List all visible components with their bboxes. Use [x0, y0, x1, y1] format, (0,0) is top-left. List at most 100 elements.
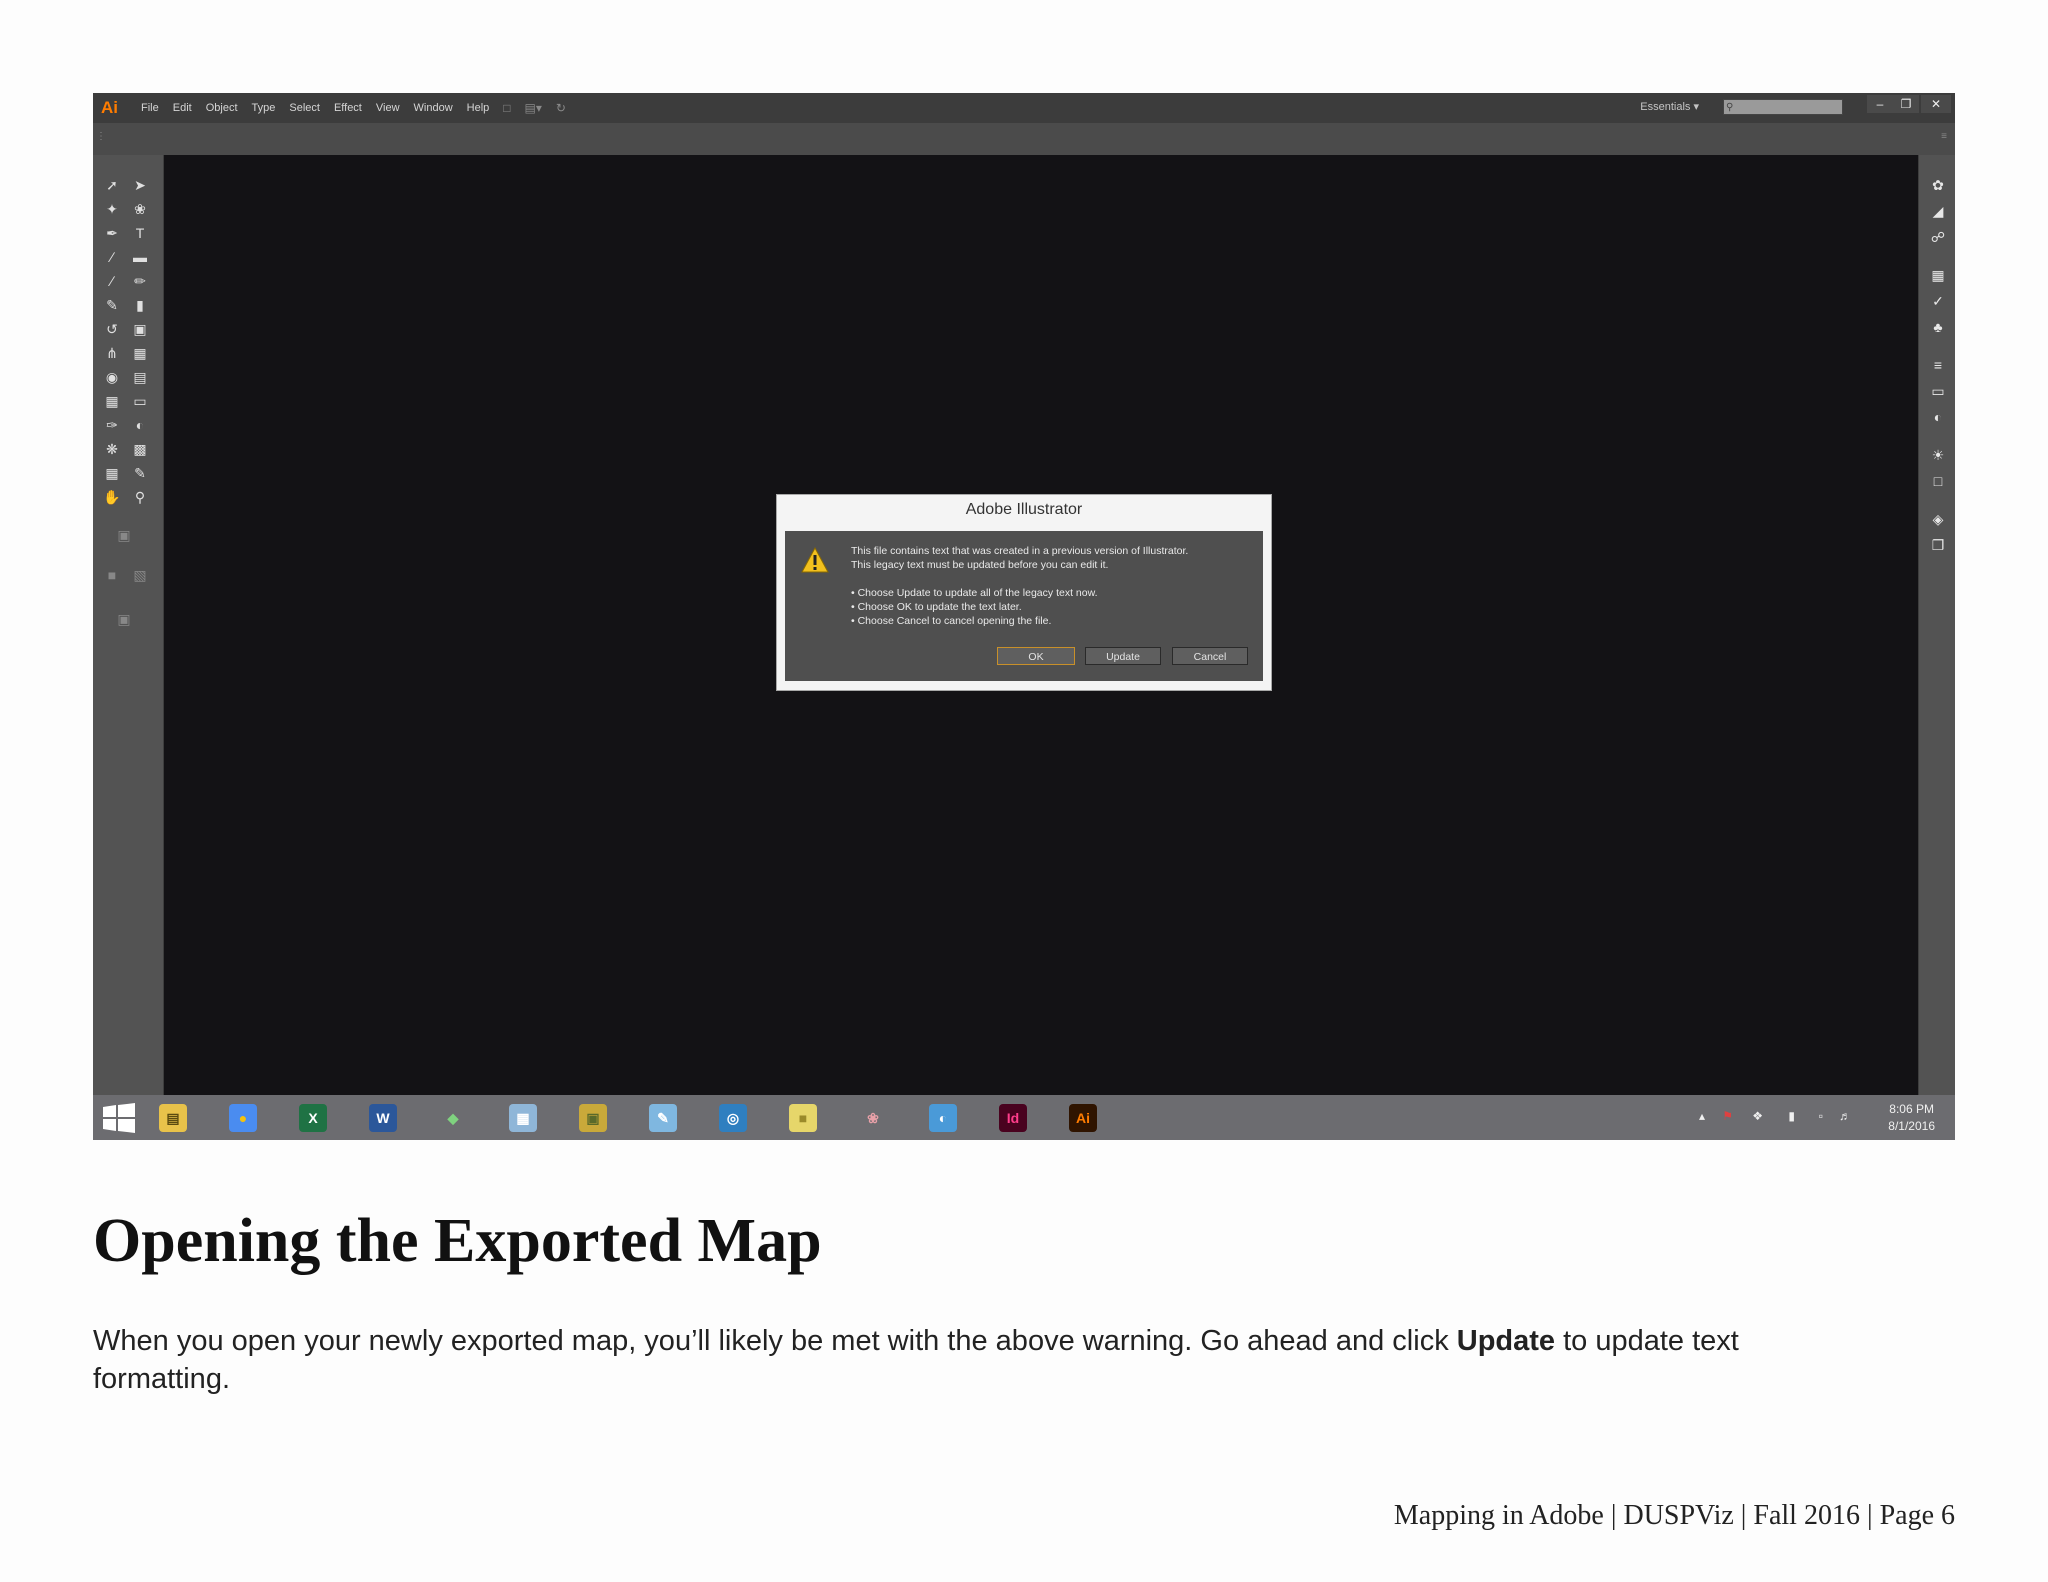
windows-start-icon[interactable] — [103, 1103, 135, 1133]
menu-type[interactable]: Type — [252, 102, 276, 114]
taskbar-app-excel[interactable]: X — [281, 1097, 345, 1138]
globe-icon: ◐ — [929, 1104, 957, 1132]
app-brain-icon: ❀ — [859, 1104, 887, 1132]
workspace-switcher[interactable]: Essentials ▾ — [1640, 100, 1699, 113]
illustrator-icon: Ai — [1069, 1104, 1097, 1132]
menu-view[interactable]: View — [376, 102, 400, 114]
shape-builder-tool-icon[interactable]: ◉ — [101, 367, 123, 387]
asset-export-icon[interactable]: □ — [1928, 471, 1948, 491]
menu-effect[interactable]: Effect — [334, 102, 362, 114]
brushes-icon[interactable]: ✓ — [1928, 291, 1948, 311]
network-icon[interactable]: ▫ — [1819, 1109, 1823, 1123]
menu-select[interactable]: Select — [289, 102, 320, 114]
magic-wand-tool-icon[interactable]: ✦ — [101, 199, 123, 219]
direct-selection-tool-icon[interactable]: ➤ — [129, 175, 151, 195]
stroke-panel-icon[interactable]: ◢ — [1928, 201, 1948, 221]
slice-tool-icon[interactable]: ✎ — [129, 463, 151, 483]
artboards-icon[interactable]: ❐ — [1928, 535, 1948, 555]
zoom-tool-icon[interactable]: ⚲ — [129, 487, 151, 507]
blend-tool-icon[interactable]: ◐ — [129, 415, 151, 435]
arrange-documents-icon[interactable]: ▤▾ — [525, 101, 542, 115]
taskbar-app-illustrator[interactable]: Ai — [1051, 1097, 1115, 1138]
color-mode-icon[interactable]: ■ — [101, 565, 123, 585]
rectangle-tool-icon[interactable]: ▬ — [129, 247, 151, 267]
minimize-button[interactable]: – — [1867, 95, 1893, 113]
control-bar-grip-icon[interactable]: ⋮ — [96, 131, 106, 142]
scale-tool-icon[interactable]: ▣ — [129, 319, 151, 339]
app-pen-icon: ✎ — [649, 1104, 677, 1132]
mesh-tool-icon[interactable]: ▦ — [101, 391, 123, 411]
selection-tool-icon[interactable]: ➚ — [101, 175, 123, 195]
update-button[interactable]: Update — [1085, 647, 1161, 665]
none-swatch-icon[interactable]: ▧ — [129, 565, 151, 585]
control-bar-menu-icon[interactable]: ≡ — [1941, 131, 1947, 142]
swatches-icon[interactable]: ▦ — [1928, 265, 1948, 285]
dialog-option-line: • Choose Update to update all of the leg… — [851, 587, 1098, 599]
width-tool-icon[interactable]: ⋔ — [101, 343, 123, 363]
eraser-tool-icon[interactable]: ▮ — [129, 295, 151, 315]
symbol-sprayer-tool-icon[interactable]: ❋ — [101, 439, 123, 459]
dropbox-icon[interactable]: ❖ — [1752, 1109, 1763, 1123]
appearance-icon[interactable]: ☍ — [1928, 227, 1948, 247]
panel-dock: ✿ ◢ ☍ ▦ ✓ ♣ ≡ ▭ ◐ ☀ □ ◈ ❐ — [1918, 155, 1955, 1095]
graph-tool-icon[interactable]: ▩ — [129, 439, 151, 459]
taskbar-app-sticky-notes[interactable]: ■ — [771, 1097, 835, 1138]
sync-icon[interactable]: ↻ — [556, 101, 566, 115]
gradient-icon[interactable]: ▭ — [1928, 381, 1948, 401]
taskbar-app-app-pen[interactable]: ✎ — [631, 1097, 695, 1138]
symbols-icon[interactable]: ♣ — [1928, 317, 1948, 337]
taskbar-app-app-diamond[interactable]: ◆ — [421, 1097, 485, 1138]
pen-tool-icon[interactable]: ✒ — [101, 223, 123, 243]
line-tool-icon[interactable]: ∕ — [101, 247, 123, 267]
transparency-icon[interactable]: ◐ — [1928, 407, 1948, 427]
menu-edit[interactable]: Edit — [173, 102, 192, 114]
taskbar-app-chrome[interactable]: ● — [211, 1097, 275, 1138]
taskbar-app-app-box[interactable]: ▣ — [561, 1097, 625, 1138]
pencil-tool-icon[interactable]: ✏ — [129, 271, 151, 291]
artboard-tool-icon[interactable]: ▦ — [101, 463, 123, 483]
perspective-grid-tool-icon[interactable]: ▤ — [129, 367, 151, 387]
battery-icon[interactable]: ▮ — [1788, 1109, 1795, 1123]
dialog-message-line: This legacy text must be updated before … — [851, 559, 1109, 571]
close-button[interactable]: ✕ — [1921, 95, 1951, 113]
taskbar-app-indesign[interactable]: Id — [981, 1097, 1045, 1138]
menu-window[interactable]: Window — [414, 102, 453, 114]
page-body-text: When you open your newly exported map, y… — [93, 1322, 1853, 1398]
stroke-icon[interactable]: ≡ — [1928, 355, 1948, 375]
cancel-button[interactable]: Cancel — [1172, 647, 1248, 665]
fill-stroke-icon[interactable]: ▣ — [113, 525, 135, 545]
taskbar-app-calculator[interactable]: ▦ — [491, 1097, 555, 1138]
layers-icon[interactable]: ◈ — [1928, 509, 1948, 529]
system-clock[interactable]: 8:06 PM 8/1/2016 — [1888, 1101, 1935, 1135]
ok-button[interactable]: OK — [997, 647, 1075, 665]
menu-help[interactable]: Help — [467, 102, 490, 114]
free-transform-tool-icon[interactable]: ▦ — [129, 343, 151, 363]
paintbrush-tool-icon[interactable]: ∕ — [101, 271, 123, 291]
type-tool-icon[interactable]: T — [129, 223, 151, 243]
search-input[interactable]: ⚲ — [1723, 99, 1843, 115]
volume-icon[interactable]: ♬ — [1839, 1109, 1851, 1123]
taskbar-app-file-explorer[interactable]: ▤ — [141, 1097, 205, 1138]
show-hidden-icons-icon[interactable]: ▴ — [1699, 1109, 1705, 1123]
restore-button[interactable]: ❐ — [1893, 95, 1919, 113]
color-guide-icon[interactable]: ✿ — [1928, 175, 1948, 195]
action-center-icon[interactable]: ⚑ — [1722, 1109, 1733, 1123]
taskbar-app-app-brain[interactable]: ❀ — [841, 1097, 905, 1138]
screen-mode-icon[interactable]: ▣ — [113, 609, 135, 629]
calculator-icon: ▦ — [509, 1104, 537, 1132]
menu-object[interactable]: Object — [206, 102, 238, 114]
taskbar-app-magnifier[interactable]: ◎ — [701, 1097, 765, 1138]
chrome-icon: ● — [229, 1104, 257, 1132]
blob-brush-tool-icon[interactable]: ✎ — [101, 295, 123, 315]
lasso-tool-icon[interactable]: ❀ — [129, 199, 151, 219]
graphic-styles-icon[interactable]: ☀ — [1928, 445, 1948, 465]
dialog-option-line: • Choose Cancel to cancel opening the fi… — [851, 615, 1052, 627]
taskbar-app-globe[interactable]: ◐ — [911, 1097, 975, 1138]
gradient-tool-icon[interactable]: ▭ — [129, 391, 151, 411]
menu-file[interactable]: File — [141, 102, 159, 114]
bridge-icon[interactable]: □ — [503, 101, 510, 115]
eyedropper-tool-icon[interactable]: ✑ — [101, 415, 123, 435]
taskbar-app-word[interactable]: W — [351, 1097, 415, 1138]
hand-tool-icon[interactable]: ✋ — [101, 487, 123, 507]
rotate-tool-icon[interactable]: ↺ — [101, 319, 123, 339]
